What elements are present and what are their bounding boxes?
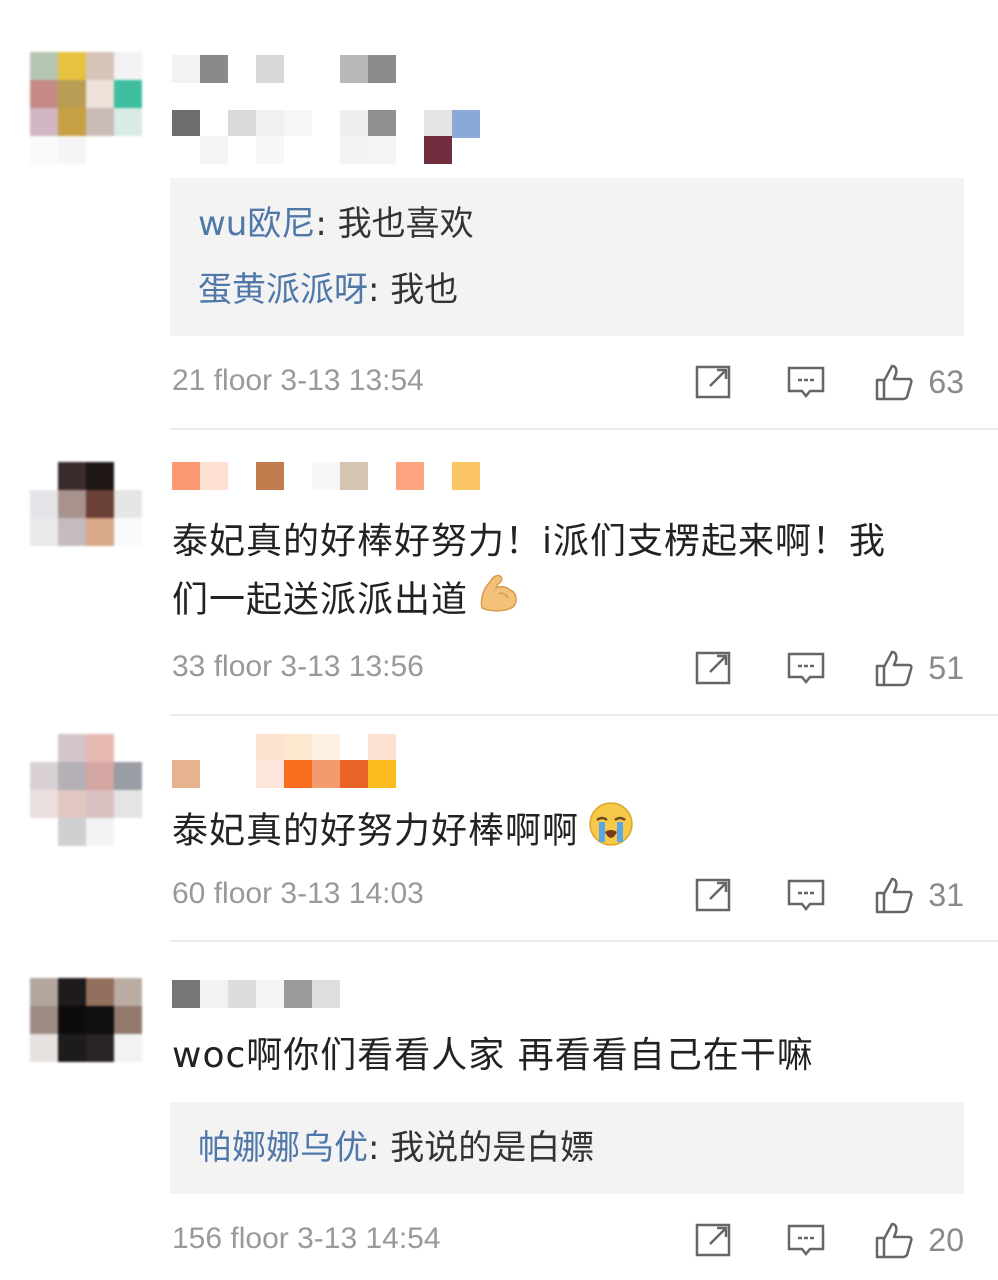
reply-item: 蛋黄派派呀: 我也 [198, 268, 458, 312]
reply-username[interactable]: 蛋黄派派呀 [198, 270, 368, 310]
avatar[interactable] [30, 52, 142, 164]
divider [170, 428, 998, 430]
reply-item: 帕娜娜乌优: 我说的是白嫖 [198, 1126, 594, 1170]
like-count: 20 [928, 1221, 964, 1258]
flexed-biceps-emoji [476, 570, 522, 633]
like-count: 31 [928, 876, 964, 913]
comment-icon[interactable] [786, 1220, 826, 1260]
comment-meta: 33 floor 3-13 13:56 [172, 650, 424, 683]
comment-icon[interactable] [786, 648, 826, 688]
comment-actions: 63 [694, 362, 964, 402]
username-line2[interactable] [172, 760, 396, 788]
comment-icon[interactable] [786, 875, 826, 915]
username[interactable] [172, 55, 396, 83]
reply-item: wu欧尼: 我也喜欢 [198, 202, 474, 246]
reply-text: : 我也喜欢 [315, 204, 474, 244]
reply-username[interactable]: 帕娜娜乌优 [198, 1128, 368, 1168]
comment-text-line: 们一起送派派出道 [172, 570, 962, 633]
comment-meta: 21 floor 3-13 13:54 [172, 364, 424, 397]
reply-box[interactable]: wu欧尼: 我也喜欢 蛋黄派派呀: 我也 [170, 178, 964, 336]
reply-username[interactable]: wu欧尼 [198, 204, 315, 244]
avatar[interactable] [30, 734, 142, 846]
share-icon[interactable] [694, 362, 734, 402]
like-icon[interactable] [874, 875, 914, 915]
comment-text-line2 [172, 136, 452, 164]
like-count: 51 [928, 649, 964, 686]
share-icon[interactable] [694, 648, 734, 688]
comment-actions: 31 [694, 875, 964, 915]
comment-text: 泰妃真的好棒好努力！i派们支楞起来啊！我 们一起送派派出道 [172, 514, 962, 633]
like-icon[interactable] [874, 362, 914, 402]
comment-text: 泰妃真的好努力好棒啊啊 [172, 800, 962, 865]
comment-text: woc啊你们看看人家 再看看自己在干嘛 [172, 1028, 962, 1084]
crying-face-emoji [587, 800, 635, 865]
reply-box[interactable]: 帕娜娜乌优: 我说的是白嫖 [170, 1102, 964, 1194]
divider [170, 940, 998, 942]
comment-icon[interactable] [786, 362, 826, 402]
comment-text-line: woc啊你们看看人家 再看看自己在干嘛 [172, 1035, 814, 1076]
share-icon[interactable] [694, 1220, 734, 1260]
share-icon[interactable] [694, 875, 734, 915]
divider [170, 714, 998, 716]
comment-meta: 156 floor 3-13 14:54 [172, 1222, 441, 1255]
like-icon[interactable] [874, 1220, 914, 1260]
comment-actions: 51 [694, 648, 964, 688]
comment-actions: 20 [694, 1220, 964, 1260]
reply-text: : 我也 [368, 270, 459, 310]
username[interactable] [172, 734, 396, 762]
comment-text-line: 泰妃真的好努力好棒啊啊 [172, 800, 962, 865]
comment-text-fragment: 泰妃真的好努力好棒啊啊 [172, 810, 580, 852]
avatar[interactable] [30, 462, 142, 574]
comment-meta: 60 floor 3-13 14:03 [172, 877, 424, 910]
like-icon[interactable] [874, 648, 914, 688]
comment-text-line: 泰妃真的好棒好努力！i派们支楞起来啊！我 [172, 521, 887, 562]
comment-text [172, 110, 480, 138]
username[interactable] [172, 980, 368, 1008]
avatar[interactable] [30, 978, 142, 1090]
comment-text-fragment: 们一起送派派出道 [172, 579, 469, 621]
reply-text: : 我说的是白嫖 [368, 1128, 595, 1168]
like-count: 63 [928, 363, 964, 400]
username[interactable] [172, 462, 480, 490]
